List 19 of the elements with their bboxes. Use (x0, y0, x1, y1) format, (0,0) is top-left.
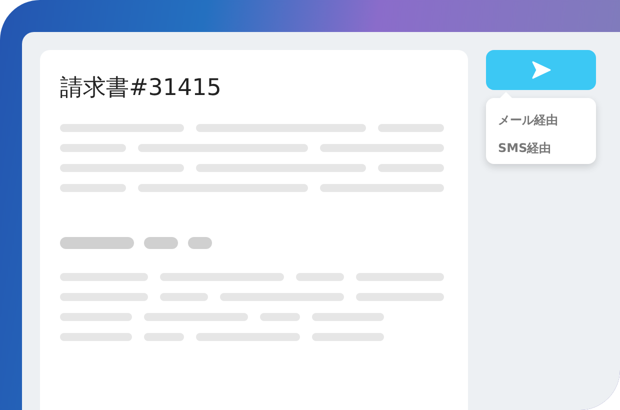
placeholder-bar (60, 333, 132, 341)
placeholder-bar (60, 144, 126, 152)
placeholder-bar (378, 124, 444, 132)
placeholder-bar (160, 293, 208, 301)
placeholder-bar (378, 164, 444, 172)
invoice-title: 請求書#31415 (60, 74, 222, 103)
menu-item[interactable]: メール経由 (498, 110, 596, 130)
send-button[interactable] (486, 50, 596, 90)
placeholder-heading (144, 237, 178, 249)
placeholder-bar (60, 184, 126, 192)
placeholder-bar (312, 333, 384, 341)
placeholder-heading (188, 237, 212, 249)
placeholder-bar (296, 273, 344, 281)
menu-item[interactable]: SMS経由 (498, 138, 596, 158)
placeholder-bar (312, 313, 384, 321)
placeholder-bar (60, 313, 132, 321)
placeholder-bar (260, 313, 300, 321)
placeholder-bar (144, 333, 184, 341)
send-icon (531, 61, 551, 79)
